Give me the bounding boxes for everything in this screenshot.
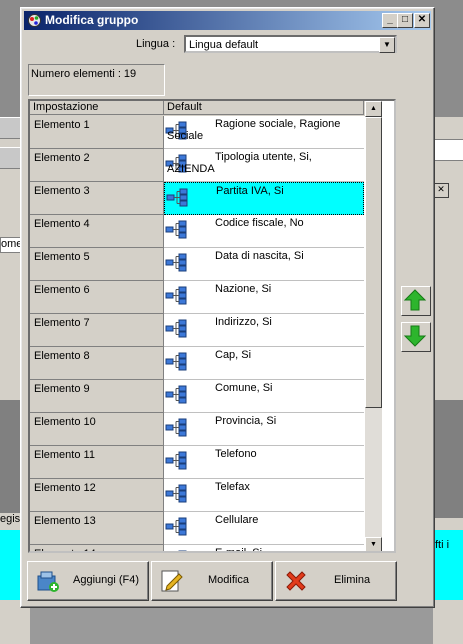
- close-button[interactable]: ✕: [414, 13, 430, 28]
- chevron-down-icon[interactable]: ▼: [379, 37, 395, 53]
- row-name[interactable]: Elemento 13: [30, 512, 164, 545]
- edit-button[interactable]: Modifica: [151, 561, 273, 601]
- row-value-text: Codice fiscale, No: [215, 217, 304, 229]
- table-row[interactable]: Elemento 5 Data di nascita, Si: [30, 248, 364, 281]
- table-row[interactable]: Elemento 10 Provincia, Si: [30, 413, 364, 446]
- column-header-default[interactable]: Default: [164, 101, 364, 115]
- row-value[interactable]: Codice fiscale, No: [164, 215, 364, 248]
- dialog-title: Modifica gruppo: [45, 13, 139, 27]
- row-value-text: Cellulare: [215, 514, 259, 526]
- row-value[interactable]: E-mail, Si: [164, 545, 364, 553]
- row-name[interactable]: Elemento 11: [30, 446, 164, 479]
- row-name[interactable]: Elemento 14: [30, 545, 164, 551]
- row-value[interactable]: Cellulare: [164, 512, 364, 545]
- column-header-impostazione[interactable]: Impostazione: [30, 101, 164, 115]
- add-button[interactable]: Aggiungi (F4): [27, 561, 149, 601]
- grid-scrollbar[interactable]: ▲ ▼: [365, 101, 382, 551]
- add-button-label: Aggiungi (F4): [73, 574, 140, 586]
- edit-button-label: Modifica: [208, 574, 249, 586]
- row-value-text: Provincia, Si: [215, 415, 277, 427]
- row-value[interactable]: Comune, Si: [164, 380, 364, 413]
- row-name[interactable]: Elemento 2: [30, 149, 164, 182]
- table-row[interactable]: Elemento 12 Telefax: [30, 479, 364, 512]
- row-name[interactable]: Elemento 6: [30, 281, 164, 314]
- row-value[interactable]: Telefono: [164, 446, 364, 479]
- app-icon: [28, 14, 41, 27]
- edit-icon: [161, 570, 183, 592]
- row-value[interactable]: Ragione sociale, Ragione Sociale: [164, 116, 364, 149]
- settings-grid[interactable]: Impostazione Default Elemento 1 Ragione s…: [28, 99, 396, 553]
- row-name[interactable]: Elemento 8: [30, 347, 164, 380]
- row-value-text: Telefax: [215, 481, 250, 493]
- lingua-label: Lingua :: [136, 38, 176, 50]
- delete-icon: [286, 571, 306, 591]
- row-name[interactable]: Elemento 3: [30, 182, 164, 215]
- row-value-text: E-mail, Si: [215, 547, 263, 553]
- element-count: Numero elementi : 19: [28, 64, 165, 96]
- maximize-button[interactable]: □: [397, 13, 413, 28]
- title-bar[interactable]: Modifica gruppo _ □ ✕: [24, 11, 431, 30]
- table-row[interactable]: Elemento 8 Cap, Si: [30, 347, 364, 380]
- row-value-text: Comune, Si: [215, 382, 273, 394]
- add-icon: [37, 571, 59, 592]
- row-value-text: Indirizzo, Si: [215, 316, 272, 328]
- grid-header: Impostazione Default: [30, 101, 366, 116]
- row-value[interactable]: Cap, Si: [164, 347, 364, 380]
- background-label: egis: [0, 513, 21, 525]
- scroll-up-icon[interactable]: ▲: [365, 101, 382, 117]
- row-value[interactable]: Tipologia utente, Si, AZIENDA: [164, 149, 364, 182]
- scroll-thumb[interactable]: [365, 117, 382, 408]
- arrow-up-icon: [403, 289, 427, 311]
- lingua-select[interactable]: Lingua default ▼: [184, 35, 397, 53]
- background-label: fti i: [435, 539, 450, 551]
- lingua-value: Lingua default: [189, 39, 259, 51]
- move-up-button[interactable]: [401, 286, 431, 316]
- row-value[interactable]: Telefax: [164, 479, 364, 512]
- row-value[interactable]: Data di nascita, Si: [164, 248, 364, 281]
- row-value-text: Tipologia utente, Si, AZIENDA: [167, 151, 312, 175]
- row-name[interactable]: Elemento 5: [30, 248, 164, 281]
- move-down-button[interactable]: [401, 322, 431, 352]
- modifica-gruppo-dialog: Modifica gruppo _ □ ✕ Lingua : Lingua de…: [20, 7, 435, 608]
- background-right-panel: ✕ fti i: [433, 117, 463, 644]
- row-value[interactable]: Indirizzo, Si: [164, 314, 364, 347]
- table-row[interactable]: Elemento 11 Telefono: [30, 446, 364, 479]
- table-row[interactable]: Elemento 3 Partita IVA, Si: [30, 182, 364, 215]
- table-row[interactable]: Elemento 14 E-mail, Si: [30, 545, 364, 553]
- table-row[interactable]: Elemento 4 Codice fiscale, No: [30, 215, 364, 248]
- table-row[interactable]: Elemento 9 Comune, Si: [30, 380, 364, 413]
- delete-button[interactable]: Elimina: [275, 561, 397, 601]
- element-count-text: Numero elementi : 19: [31, 68, 137, 80]
- row-name[interactable]: Elemento 7: [30, 314, 164, 347]
- table-row[interactable]: Elemento 7 Indirizzo, Si: [30, 314, 364, 347]
- row-value-text: Nazione, Si: [215, 283, 272, 295]
- row-name[interactable]: Elemento 10: [30, 413, 164, 446]
- row-name[interactable]: Elemento 12: [30, 479, 164, 512]
- row-value-text: Data di nascita, Si: [215, 250, 304, 262]
- table-row[interactable]: Elemento 13 Cellulare: [30, 512, 364, 545]
- scroll-down-icon[interactable]: ▼: [365, 537, 382, 551]
- arrow-down-icon: [403, 325, 427, 347]
- table-row[interactable]: Elemento 2 Tipologia utente, Si, AZIENDA: [30, 149, 364, 182]
- row-value-text: Partita IVA, Si: [216, 185, 284, 197]
- row-value[interactable]: Provincia, Si: [164, 413, 364, 446]
- row-name[interactable]: Elemento 4: [30, 215, 164, 248]
- row-value[interactable]: Nazione, Si: [164, 281, 364, 314]
- delete-button-label: Elimina: [334, 574, 371, 586]
- minimize-button[interactable]: _: [382, 13, 398, 28]
- row-value-text: Ragione sociale, Ragione Sociale: [167, 118, 341, 142]
- row-name[interactable]: Elemento 1: [30, 116, 164, 149]
- row-name[interactable]: Elemento 9: [30, 380, 164, 413]
- table-row[interactable]: Elemento 6 Nazione, Si: [30, 281, 364, 314]
- row-value[interactable]: Partita IVA, Si: [164, 182, 364, 215]
- row-value-text: Cap, Si: [215, 349, 252, 361]
- table-row[interactable]: Elemento 1 Ragione sociale, Ragione Socia…: [30, 116, 364, 149]
- row-value-text: Telefono: [215, 448, 257, 460]
